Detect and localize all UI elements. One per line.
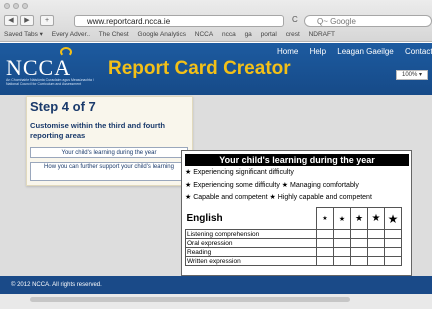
- card-title: Your child's learning during the year: [185, 154, 409, 166]
- bookmark-item[interactable]: NDRAFT: [309, 31, 335, 38]
- rating-cell[interactable]: [350, 238, 368, 248]
- subject-heading: English: [185, 207, 317, 230]
- bookmark-item[interactable]: Google Analytics: [138, 31, 186, 38]
- bookmark-item[interactable]: crest: [286, 31, 300, 38]
- row-label: Reading: [185, 247, 317, 257]
- page-title: Report Card Creator: [108, 58, 291, 79]
- rating-cell[interactable]: [384, 247, 402, 257]
- new-tab-button[interactable]: +: [40, 15, 54, 26]
- rating-cell[interactable]: [316, 238, 334, 248]
- row-label: Oral expression: [185, 238, 317, 248]
- table-row: Written expression: [185, 256, 402, 266]
- horizontal-scrollbar[interactable]: [30, 297, 350, 302]
- subject-label: English: [186, 212, 223, 224]
- window-zoom-icon[interactable]: [22, 3, 28, 9]
- reload-icon[interactable]: C: [292, 15, 298, 24]
- url-input[interactable]: www.reportcard.ncca.ie: [74, 15, 284, 27]
- nav-contact-us[interactable]: Contact Us: [405, 47, 432, 56]
- rating-cell[interactable]: [316, 229, 334, 239]
- row-label: Written expression: [185, 256, 317, 266]
- window-minimize-icon[interactable]: [13, 3, 19, 9]
- rating-cell[interactable]: [350, 247, 368, 257]
- rating-cell[interactable]: [367, 238, 385, 248]
- table-row: Oral expression: [185, 238, 402, 248]
- star-column-5: ★: [384, 207, 402, 230]
- row-label: Listening comprehension: [185, 229, 317, 239]
- bookmark-item[interactable]: ncca: [222, 31, 236, 38]
- assessment-grid: English ★ ★ ★ ★ ★ Listening comprehensio…: [185, 207, 402, 266]
- bookmark-item[interactable]: The Chest: [99, 31, 129, 38]
- grid-header-row: English ★ ★ ★ ★ ★: [185, 207, 402, 230]
- key-line-2: ★ Experiencing some difficulty ★ Managin…: [185, 182, 359, 189]
- nav-home[interactable]: Home: [277, 47, 298, 56]
- step-description: Customise within the third and fourth re…: [30, 121, 165, 140]
- bookmark-item[interactable]: Every Adver..: [52, 31, 90, 38]
- rating-cell[interactable]: [333, 229, 351, 239]
- star-column-3: ★: [350, 207, 368, 230]
- rating-cell[interactable]: [384, 229, 402, 239]
- rating-cell[interactable]: [316, 256, 334, 266]
- star-column-2: ★: [333, 207, 351, 230]
- table-row: Reading: [185, 247, 402, 257]
- rating-cell[interactable]: [333, 256, 351, 266]
- nav-help[interactable]: Help: [310, 47, 326, 56]
- rating-cell[interactable]: [367, 247, 385, 257]
- star-column-4: ★: [367, 207, 385, 230]
- bookmark-item[interactable]: NCCA: [195, 31, 213, 38]
- forward-button[interactable]: ▶: [20, 15, 34, 26]
- nav-leagan-gaeilge[interactable]: Leagan Gaeilge: [337, 47, 394, 56]
- rating-cell[interactable]: [384, 256, 402, 266]
- key-line-1: ★ Experiencing significant difficulty: [185, 169, 294, 176]
- option-learning-during-year[interactable]: Your child's learning during the year: [30, 147, 188, 158]
- logo-subtitle: An Chomhairle Náisiúnta Curaclaim agus M…: [6, 78, 94, 86]
- zoom-select[interactable]: 100% ▾: [396, 70, 428, 80]
- bookmark-item[interactable]: portal: [261, 31, 277, 38]
- rating-cell[interactable]: [333, 247, 351, 257]
- bookmark-item[interactable]: ga: [245, 31, 252, 38]
- step-title: Step 4 of 7: [30, 99, 96, 114]
- bookmarks-bar: Saved Tabs ▾ Every Adver.. The Chest Goo…: [4, 30, 432, 40]
- rating-cell[interactable]: [367, 256, 385, 266]
- back-button[interactable]: ◀: [4, 15, 18, 26]
- rating-cell[interactable]: [367, 229, 385, 239]
- rating-cell[interactable]: [316, 247, 334, 257]
- rating-cell[interactable]: [350, 229, 368, 239]
- rating-cell[interactable]: [384, 238, 402, 248]
- bookmark-item[interactable]: Saved Tabs ▾: [4, 31, 43, 38]
- option-support-learning[interactable]: How you can further support your child's…: [30, 162, 188, 181]
- rating-cell[interactable]: [333, 238, 351, 248]
- rating-cell[interactable]: [350, 256, 368, 266]
- table-row: Listening comprehension: [185, 229, 402, 239]
- top-nav: Home Help Leagan Gaeilge Contact Us: [268, 47, 432, 56]
- browser-search-input[interactable]: Q~ Google: [304, 15, 432, 27]
- site-footer: © 2012 NCCA. All rights reserved.: [0, 276, 432, 294]
- star-column-1: ★: [316, 207, 334, 230]
- window-close-icon[interactable]: [4, 3, 10, 9]
- key-line-3: ★ Capable and competent ★ Highly capable…: [185, 194, 372, 201]
